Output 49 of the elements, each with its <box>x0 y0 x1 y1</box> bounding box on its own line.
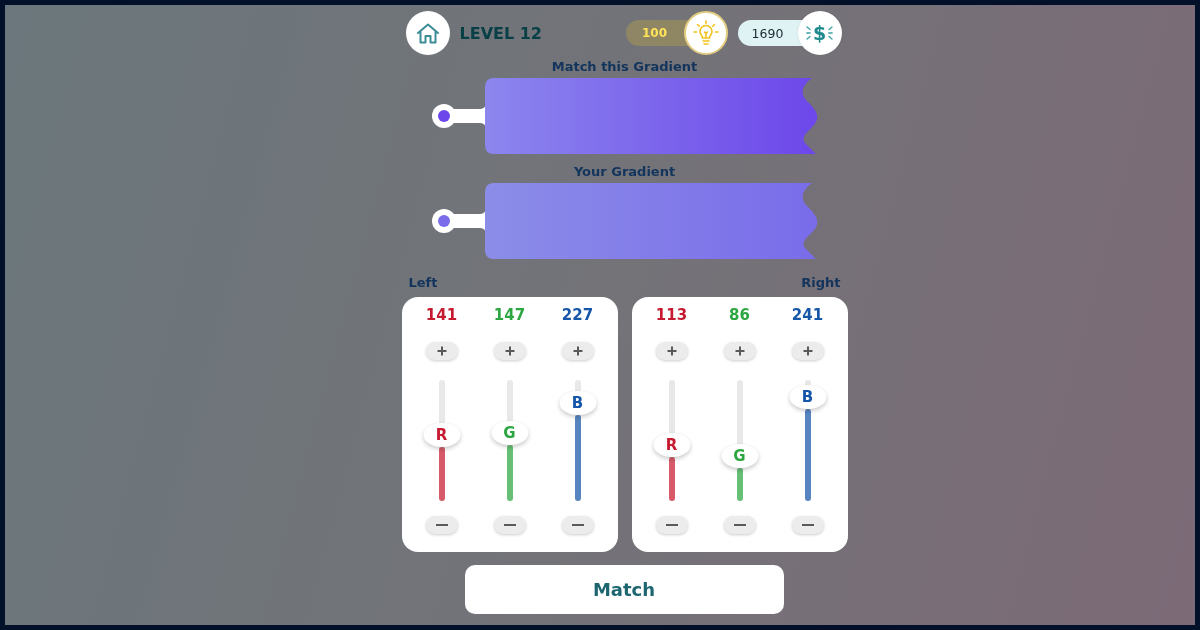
slider-thumb[interactable]: G <box>721 444 758 469</box>
slider-thumb[interactable]: R <box>423 422 460 447</box>
lightbulb-icon <box>692 20 719 46</box>
panel-label: Right <box>801 275 841 291</box>
channel-value: 227 <box>561 305 594 325</box>
increase-button[interactable] <box>561 342 594 360</box>
minus-icon <box>733 524 746 526</box>
slider-thumb[interactable]: G <box>491 421 528 446</box>
minus-icon <box>801 524 814 526</box>
plus-icon <box>734 346 745 356</box>
channel-value: 141 <box>425 305 458 325</box>
channel-value: 147 <box>493 305 526 325</box>
slider-thumb[interactable]: R <box>653 433 690 458</box>
increase-button[interactable] <box>655 342 688 360</box>
home-button[interactable] <box>405 11 450 55</box>
minus-icon <box>571 524 584 526</box>
channel-value: 86 <box>729 305 750 325</box>
level-title: LEVEL 12 <box>459 23 542 43</box>
increase-button[interactable] <box>791 342 824 360</box>
plus-icon <box>436 346 447 356</box>
match-button[interactable]: Match <box>464 565 784 614</box>
increase-button[interactable] <box>425 342 458 360</box>
increase-button[interactable] <box>493 342 526 360</box>
gradient-title: Match this Gradient <box>551 59 698 75</box>
minus-icon <box>503 524 516 526</box>
decrease-button[interactable] <box>561 516 594 534</box>
slider-thumb[interactable]: B <box>559 391 596 416</box>
panel-label: Left <box>408 275 438 291</box>
hint-button[interactable] <box>683 11 728 55</box>
decrease-button[interactable] <box>655 516 688 534</box>
channel-value: 241 <box>791 305 824 325</box>
slider-thumb[interactable]: B <box>789 385 826 410</box>
minus-icon <box>435 524 448 526</box>
gradient-title: Your Gradient <box>573 164 676 180</box>
plus-icon <box>504 346 515 356</box>
house-icon <box>415 22 440 44</box>
plus-icon <box>666 346 677 356</box>
sparkle-icon <box>828 26 834 40</box>
minus-icon <box>665 524 678 526</box>
sparkle-icon <box>805 26 811 40</box>
decrease-button[interactable] <box>493 516 526 534</box>
plus-icon <box>572 346 583 356</box>
decrease-button[interactable] <box>723 516 756 534</box>
decrease-button[interactable] <box>791 516 824 534</box>
channel-value: 113 <box>655 305 688 325</box>
decrease-button[interactable] <box>425 516 458 534</box>
increase-button[interactable] <box>723 342 756 360</box>
coin-button[interactable]: $ <box>797 11 842 55</box>
plus-icon <box>802 346 813 356</box>
